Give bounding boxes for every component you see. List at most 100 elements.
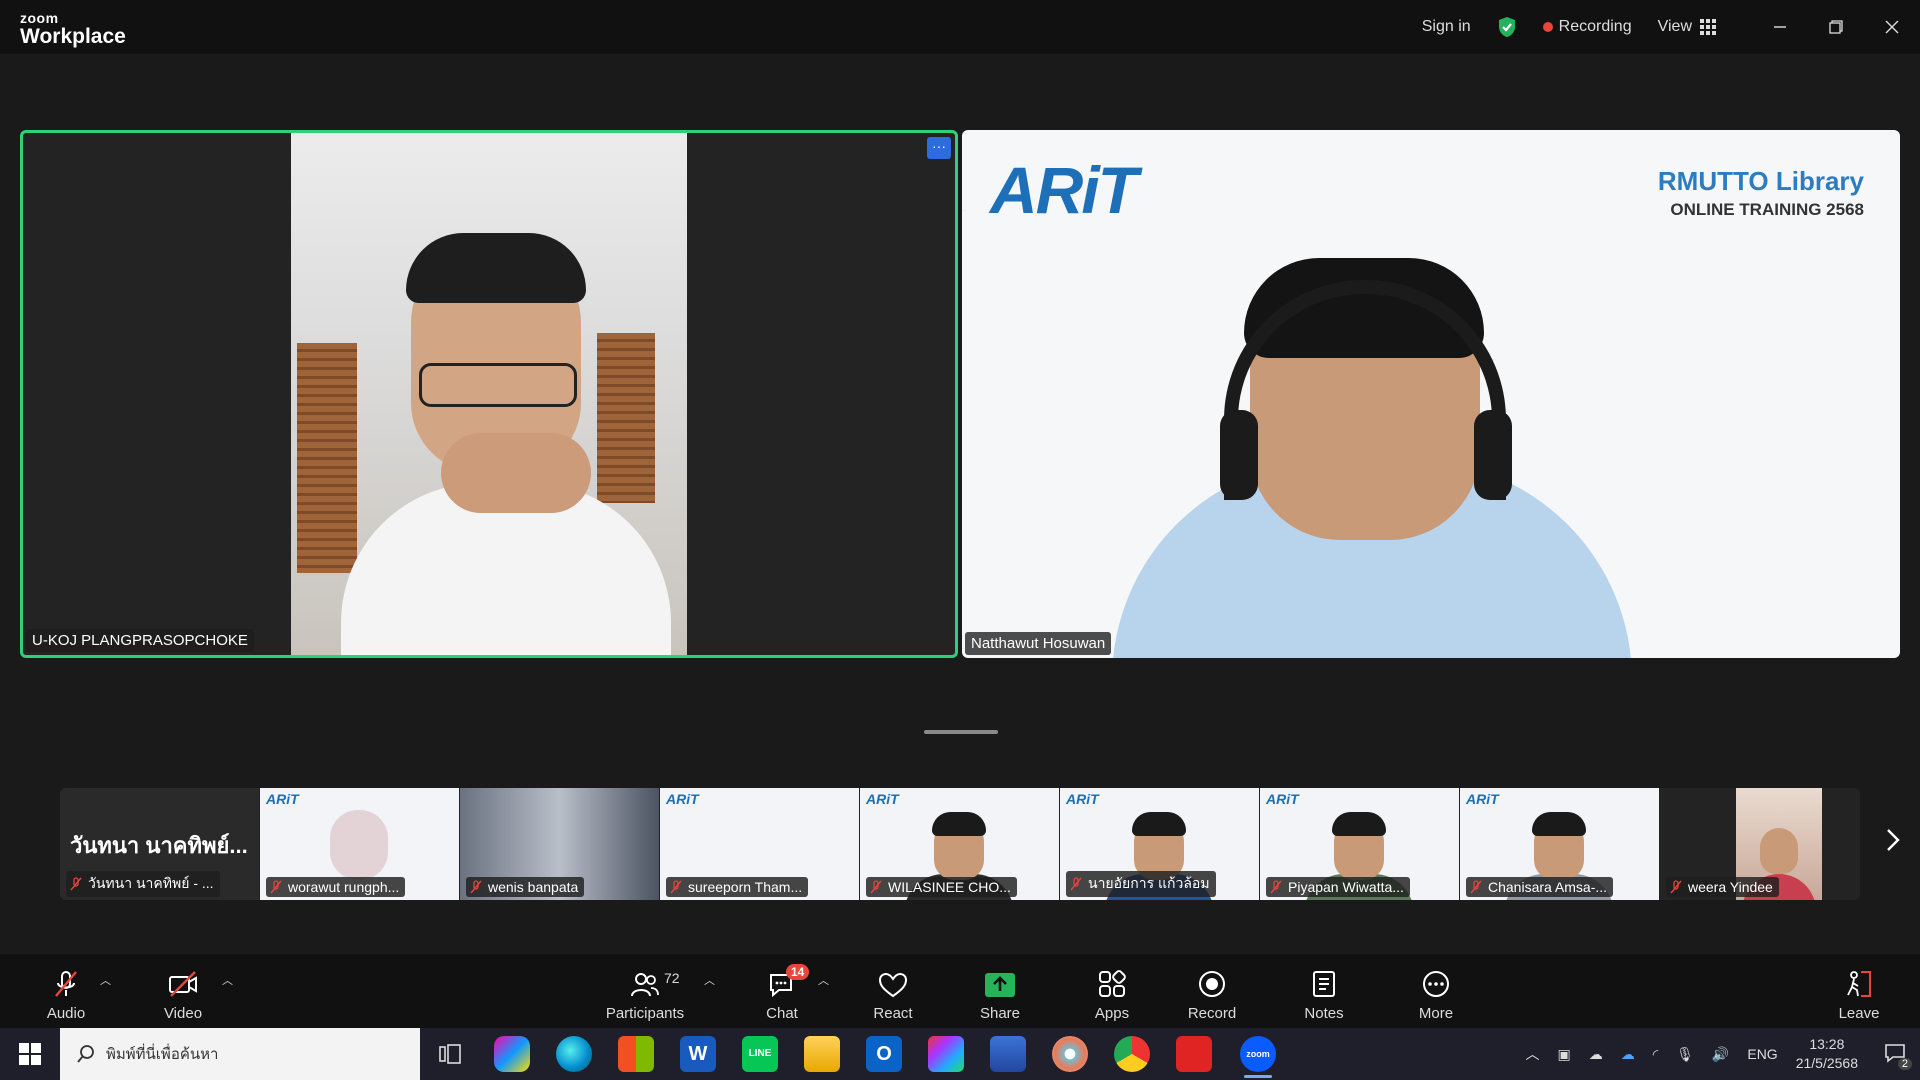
shield-check-icon[interactable] <box>1497 16 1517 38</box>
paint-app-icon[interactable] <box>1052 1036 1088 1072</box>
participant-thumb[interactable]: ARiT WILASINEE CHO... <box>860 788 1059 900</box>
participant-thumb[interactable]: ARiT worawut rungph... <box>260 788 459 900</box>
cloud-offline-icon[interactable]: ☁ <box>1589 1046 1603 1063</box>
slide-title: RMUTTO Library <box>1657 166 1864 196</box>
more-label: More <box>1418 1005 1454 1022</box>
react-label: React <box>873 1005 913 1022</box>
notes-label: Notes <box>1304 1005 1344 1022</box>
audio-button[interactable]: Audio <box>40 954 92 1028</box>
grid-view-icon <box>1700 19 1716 35</box>
tile-more-options-button[interactable]: ··· <box>927 137 951 159</box>
microsoft-store-icon[interactable] <box>618 1036 654 1072</box>
word-app-icon[interactable]: W <box>680 1036 716 1072</box>
onedrive-icon[interactable]: ☁ <box>1621 1046 1635 1063</box>
participants-label: Participants <box>605 1005 685 1022</box>
system-clock[interactable]: 13:28 21/5/2568 <box>1796 1035 1858 1073</box>
logo-zoom: zoom <box>20 10 59 26</box>
video-button[interactable]: Video <box>158 954 208 1028</box>
participant-name-tag: วันทนา นาคทิพย์ - ... <box>66 871 220 897</box>
headphone-cup-right <box>1474 410 1512 500</box>
close-icon <box>1885 20 1899 34</box>
chat-options-caret-icon[interactable]: ︿ <box>818 972 829 988</box>
tray-overflow-chevron-icon[interactable]: ︿ <box>1525 1044 1539 1064</box>
notification-center-button[interactable]: 2 <box>1884 1043 1912 1070</box>
share-screen-icon <box>985 973 1015 997</box>
meeting-toolbar: Audio ︿ Video ︿ 72 Participants ︿ 14 Cha… <box>0 954 1920 1028</box>
chrome-browser-icon[interactable] <box>1114 1036 1150 1072</box>
video-options-caret-icon[interactable]: ︿ <box>222 972 233 988</box>
participant-thumb[interactable]: weera Yindee <box>1660 788 1859 900</box>
more-icon <box>1423 971 1449 997</box>
restore-button[interactable] <box>1808 0 1864 54</box>
edge-browser-icon[interactable] <box>556 1036 592 1072</box>
chat-button[interactable]: 14 Chat <box>760 954 810 1028</box>
recording-indicator[interactable]: Recording <box>1542 18 1632 36</box>
person-hand <box>441 433 591 513</box>
line-app-icon[interactable]: LINE <box>742 1036 778 1072</box>
close-button[interactable] <box>1864 0 1920 54</box>
swoosh-yellow-left <box>962 210 1132 658</box>
minimize-button[interactable] <box>1752 0 1808 54</box>
search-placeholder: พิมพ์ที่นี่เพื่อค้นหา <box>106 1046 219 1063</box>
participants-options-caret-icon[interactable]: ︿ <box>704 972 715 988</box>
notes-button[interactable]: Notes <box>1302 954 1346 1028</box>
microsoft-365-icon[interactable] <box>928 1036 964 1072</box>
view-button[interactable]: View <box>1658 18 1716 36</box>
arit-logo: ARiT <box>866 791 899 807</box>
video-tile-active-speaker[interactable]: ··· U-KOJ PLANGPRASOPCHOKE <box>20 130 958 658</box>
copilot-app-icon[interactable] <box>494 1036 530 1072</box>
mic-muted-icon <box>670 880 682 894</box>
bunny-avatar <box>330 810 388 880</box>
share-button[interactable]: Share <box>976 954 1024 1028</box>
more-button[interactable]: More <box>1414 954 1458 1028</box>
mic-muted-icon <box>470 880 482 894</box>
react-button[interactable]: React <box>868 954 918 1028</box>
wifi-icon[interactable]: ◜ <box>1653 1046 1658 1063</box>
input-language[interactable]: ENG <box>1747 1046 1777 1062</box>
video-tile-presenter[interactable]: ARiT RMUTTO Library ONLINE TRAINING 2568… <box>962 130 1900 658</box>
zoom-app-icon[interactable]: zoom <box>1240 1036 1276 1078</box>
participant-thumb[interactable]: ARiT นายอัยการ แก้วล้อม <box>1060 788 1259 900</box>
apps-icon <box>1099 970 1126 997</box>
meeting-stage: ··· U-KOJ PLANGPRASOPCHOKE ARiT RMUTTO L… <box>0 54 1920 954</box>
search-icon <box>77 1045 94 1063</box>
microphone-tray-icon[interactable]: 🎙 <box>1676 1046 1694 1063</box>
participant-name-tag: Natthawut Hosuwan <box>965 632 1112 655</box>
leave-icon <box>1847 971 1871 997</box>
participants-button[interactable]: 72 Participants <box>602 954 688 1028</box>
leave-button[interactable]: Leave <box>1836 954 1882 1028</box>
headphone-cup-left <box>1220 410 1258 500</box>
recording-label: Recording <box>1558 18 1632 35</box>
task-view-icon[interactable] <box>432 1036 468 1072</box>
window-blind-right <box>597 333 655 503</box>
file-explorer-icon[interactable] <box>804 1036 840 1072</box>
participant-thumb[interactable]: ARiT Piyapan Wiwatta... <box>1260 788 1459 900</box>
participant-name-tag: WILASINEE CHO... <box>866 877 1017 897</box>
sign-in-button[interactable]: Sign in <box>1422 18 1471 36</box>
resize-handle[interactable] <box>924 730 998 734</box>
mic-muted-icon <box>270 880 282 894</box>
filmstrip-next-button[interactable] <box>1886 826 1900 860</box>
start-button[interactable] <box>0 1028 60 1080</box>
audio-options-caret-icon[interactable]: ︿ <box>100 972 111 988</box>
participant-avatar-name: วันทนา นาคทิพย์... <box>70 833 248 858</box>
record-button[interactable]: Record <box>1186 954 1238 1028</box>
participant-thumb[interactable]: wenis banpata <box>460 788 659 900</box>
acrobat-reader-icon[interactable] <box>1176 1036 1212 1072</box>
participant-thumb[interactable]: ARiT sureeporn Tham... <box>660 788 859 900</box>
camera-tray-icon[interactable]: ▣ <box>1557 1046 1570 1063</box>
arit-logo: ARiT <box>1466 791 1499 807</box>
remote-desktop-icon[interactable] <box>990 1036 1026 1072</box>
apps-button[interactable]: Apps <box>1090 954 1134 1028</box>
arit-logo: ARiT <box>990 153 1138 227</box>
participants-icon <box>631 973 659 997</box>
view-label: View <box>1657 18 1692 35</box>
outlook-app-icon[interactable]: O <box>866 1036 902 1072</box>
participant-thumb[interactable]: วันทนา นาคทิพย์... วันทนา นาคทิพย์ - ... <box>60 788 259 900</box>
record-label: Record <box>1187 1005 1237 1022</box>
speaker-volume-icon[interactable]: 🔊 <box>1712 1046 1729 1063</box>
video-label: Video <box>163 1005 203 1022</box>
participant-thumb[interactable]: ARiT Chanisara Amsa-... <box>1460 788 1659 900</box>
window-blind-left <box>297 343 357 573</box>
taskbar-search-box[interactable]: พิมพ์ที่นี่เพื่อค้นหา <box>60 1028 420 1080</box>
